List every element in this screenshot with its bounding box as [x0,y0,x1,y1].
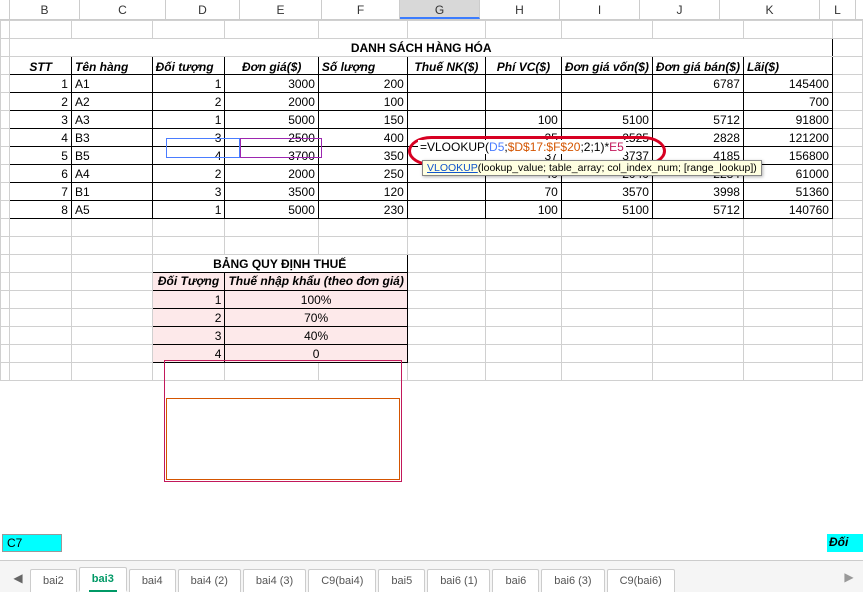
tab-bai4[interactable]: bai4 [129,569,176,592]
hdr-thue: Thuế NK($) [407,57,485,75]
column-headers: B C D E F G H I J K L [0,0,863,20]
tab-bai6[interactable]: bai6 [492,569,539,592]
col-E[interactable]: E [240,0,322,19]
tax-row: 270% [1,309,863,327]
table-row: 1A1 13000 200 6787145400 [1,75,863,93]
sheet-tabs: ◀ bai2 bai3 bai4 bai4 (2) bai4 (3) C9(ba… [0,560,863,592]
col-J[interactable]: J [640,0,720,19]
ref-highlight-range [166,398,400,480]
tax-row: 1100% [1,291,863,309]
table-row: 2A2 22000 100 700 [1,93,863,111]
col-D[interactable]: D [166,0,240,19]
table-row: 7B1 33500 120 703570 399851360 [1,183,863,201]
formula-edit[interactable]: =VLOOKUP(D5;$D$17:$F$20;2;1)*E5 [418,140,626,154]
name-box[interactable]: C7 [2,534,62,552]
hdr-ten: Tên hàng [71,57,152,75]
hdr-doi: Đối tượng [152,57,225,75]
col-L[interactable]: L [820,0,856,19]
col-C[interactable]: C [80,0,166,19]
right-frozen-label: Đối tư [827,534,863,552]
hdr-dgv: Đơn giá vốn($) [561,57,652,75]
tax-row: 40 [1,345,863,363]
hdr-stt: STT [10,57,72,75]
tab-bai2[interactable]: bai2 [30,569,77,592]
hdr-phi: Phí VC($) [485,57,561,75]
main-title: DANH SÁCH HÀNG HÓA [10,39,833,57]
col-I[interactable]: I [560,0,640,19]
tax-row: 340% [1,327,863,345]
hdr-dgb: Đơn giá bán($) [652,57,743,75]
col-H[interactable]: H [480,0,560,19]
tax-title: BẢNG QUY ĐỊNH THUẾ [152,255,407,273]
col-K[interactable]: K [720,0,820,19]
hdr-don: Đơn giá($) [225,57,318,75]
hdr-sl: Số lượng [318,57,407,75]
tab-bai6-1[interactable]: bai6 (1) [427,569,490,592]
table-row: 8A5 15000 230 1005100 5712140760 [1,201,863,219]
formula-tooltip: VLOOKUP(lookup_value; table_array; col_i… [422,160,762,176]
tab-c9bai6[interactable]: C9(bai6) [607,569,675,592]
col-G[interactable]: G [400,0,480,19]
hdr-lai: Lãi($) [743,57,832,75]
table-row: 3A3 15000 150 1005100 571291800 [1,111,863,129]
tab-scroll-left-icon[interactable]: ◀ [10,564,26,592]
col-F[interactable]: F [322,0,400,19]
tax-hdr-thue: Thuế nhập khẩu (theo đơn giá) [225,273,407,291]
tab-bai5[interactable]: bai5 [378,569,425,592]
tab-c9bai4[interactable]: C9(bai4) [308,569,376,592]
col-B[interactable]: B [10,0,80,19]
tab-bai6-3[interactable]: bai6 (3) [541,569,604,592]
spreadsheet-grid[interactable]: DANH SÁCH HÀNG HÓA STT Tên hàng Đối tượn… [0,20,863,381]
tab-bai4-3[interactable]: bai4 (3) [243,569,306,592]
tab-scroll-right-icon[interactable]: ▶ [839,565,859,589]
tab-bai3[interactable]: bai3 [79,567,127,592]
tab-bai4-2[interactable]: bai4 (2) [178,569,241,592]
tax-hdr-doi: Đối Tượng [152,273,225,291]
